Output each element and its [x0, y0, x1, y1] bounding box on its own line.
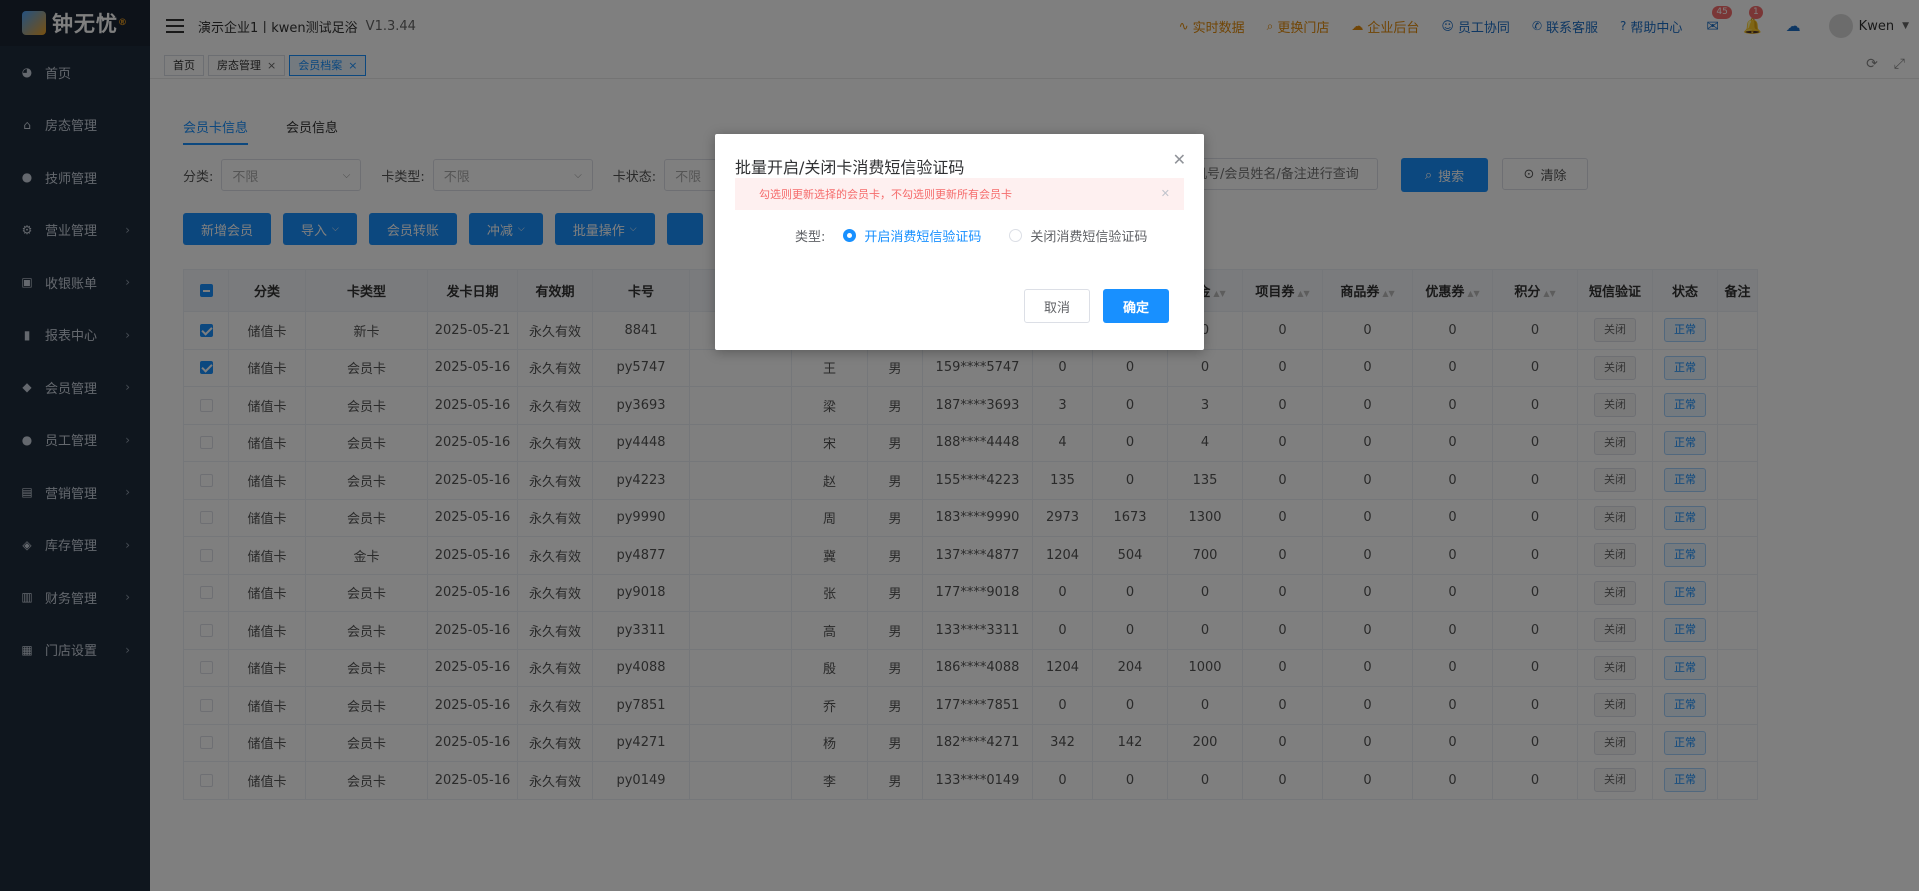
radio-checked-icon [843, 229, 857, 242]
radio-disable-sms[interactable]: 关闭消费短信验证码 [1009, 226, 1147, 245]
radio-unchecked-icon [1009, 229, 1023, 242]
batch-sms-dialog: 批量开启/关闭卡消费短信验证码 ✕ 勾选则更新选择的会员卡，不勾选则更新所有会员… [715, 134, 1204, 350]
confirm-button[interactable]: 确定 [1103, 289, 1169, 323]
close-icon[interactable]: ✕ [1173, 150, 1186, 169]
type-label: 类型: [795, 230, 826, 245]
warning-alert: 勾选则更新选择的会员卡，不勾选则更新所有会员卡 ✕ [735, 178, 1184, 210]
cancel-button[interactable]: 取消 [1024, 289, 1090, 323]
type-radio-group: 类型: 开启消费短信验证码 关闭消费短信验证码 [795, 226, 1175, 245]
dialog-title: 批量开启/关闭卡消费短信验证码 [735, 158, 965, 177]
alert-close-icon[interactable]: ✕ [1161, 187, 1170, 200]
radio-enable-sms[interactable]: 开启消费短信验证码 [843, 226, 981, 245]
